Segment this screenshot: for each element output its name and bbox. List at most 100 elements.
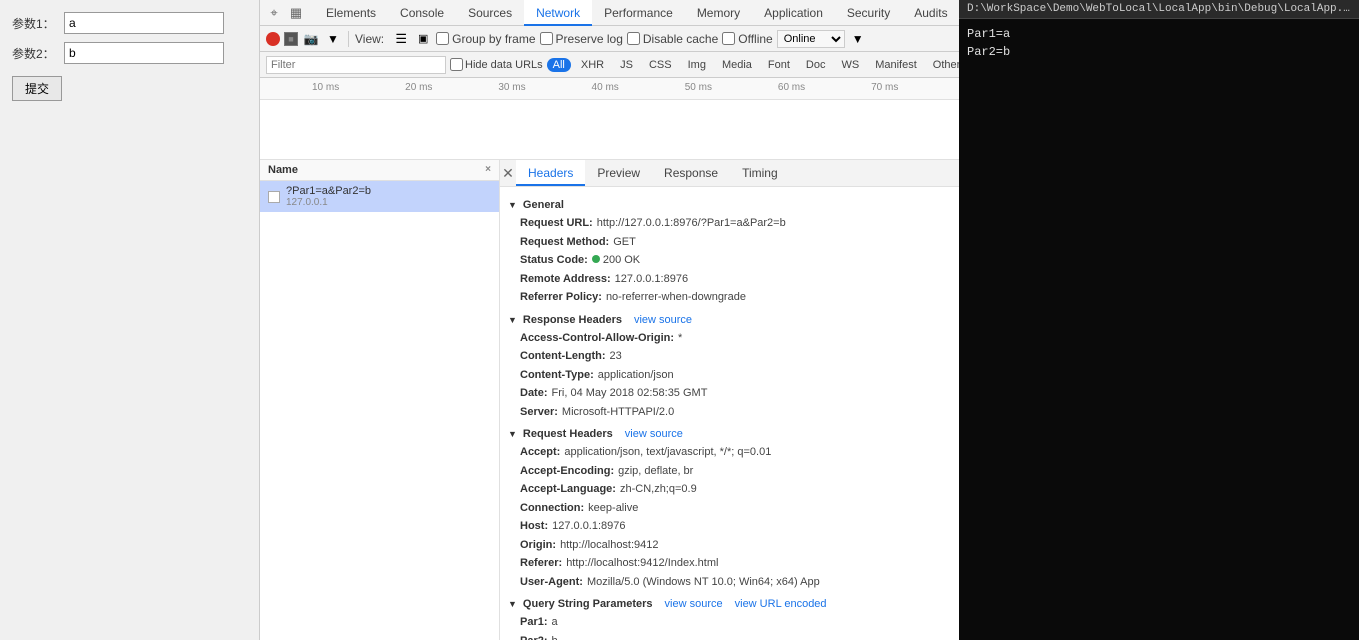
type-font-button[interactable]: Font bbox=[762, 58, 796, 72]
par1-val: a bbox=[552, 614, 558, 631]
preserve-log-checkbox[interactable] bbox=[540, 32, 553, 45]
content-type-key: Content-Type: bbox=[520, 367, 594, 384]
origin-key: Origin: bbox=[520, 537, 556, 554]
filter-input[interactable] bbox=[266, 56, 446, 74]
type-xhr-button[interactable]: XHR bbox=[575, 58, 610, 72]
request-item-icon bbox=[268, 191, 280, 203]
accept-encoding-val: gzip, deflate, br bbox=[618, 463, 693, 480]
referrer-policy-val: no-referrer-when-downgrade bbox=[606, 289, 746, 306]
timeline-20ms: 20 ms bbox=[405, 82, 432, 93]
terminal-body: Par1=a Par2=b bbox=[959, 19, 1359, 67]
referer-key: Referer: bbox=[520, 555, 562, 572]
param2-input[interactable] bbox=[64, 42, 224, 64]
type-manifest-button[interactable]: Manifest bbox=[869, 58, 923, 72]
content-length-key: Content-Length: bbox=[520, 348, 606, 365]
host-key: Host: bbox=[520, 518, 548, 535]
subtab-preview[interactable]: Preview bbox=[585, 160, 652, 186]
online-dropdown-icon[interactable]: ▼ bbox=[849, 30, 867, 48]
par1-key: Par1: bbox=[520, 614, 548, 631]
subtab-response[interactable]: Response bbox=[652, 160, 730, 186]
subtab-headers[interactable]: Headers bbox=[516, 160, 585, 186]
accept-key: Accept: bbox=[520, 444, 560, 461]
terminal-panel: D:\WorkSpace\Demo\WebToLocal\LocalApp\bi… bbox=[959, 0, 1359, 640]
submit-button[interactable]: 提交 bbox=[12, 76, 62, 101]
tab-security[interactable]: Security bbox=[835, 0, 902, 26]
query-string-triangle: ▼ bbox=[508, 599, 517, 609]
server-val: Microsoft-HTTPAPI/2.0 bbox=[562, 404, 674, 421]
view-grid-icon[interactable]: ▣ bbox=[414, 30, 432, 48]
hide-data-urls-label[interactable]: Hide data URLs bbox=[450, 58, 543, 71]
type-js-button[interactable]: JS bbox=[614, 58, 639, 72]
param1-input[interactable] bbox=[64, 12, 224, 34]
record-button[interactable] bbox=[266, 32, 280, 46]
view-list-icon[interactable]: ☰ bbox=[392, 30, 410, 48]
param1-label: 参数1： bbox=[12, 15, 64, 32]
request-item-host: 127.0.0.1 bbox=[286, 197, 371, 208]
disable-cache-checkbox[interactable] bbox=[627, 32, 640, 45]
tab-network[interactable]: Network bbox=[524, 0, 592, 26]
timeline-10ms: 10 ms bbox=[312, 82, 339, 93]
disable-cache-label[interactable]: Disable cache bbox=[627, 32, 718, 46]
hide-data-urls-checkbox[interactable] bbox=[450, 58, 463, 71]
name-column-header: Name × bbox=[260, 160, 499, 181]
inspect-icon[interactable]: ⌖ bbox=[264, 3, 284, 23]
request-item-info: ?Par1=a&Par2=b 127.0.0.1 bbox=[286, 185, 371, 208]
camera-icon[interactable]: 📷 bbox=[302, 30, 320, 48]
type-ws-button[interactable]: WS bbox=[835, 58, 865, 72]
tab-elements[interactable]: Elements bbox=[314, 0, 388, 26]
web-form-panel: 参数1： 参数2： 提交 bbox=[0, 0, 260, 640]
tab-icons: ⌖ ▦ bbox=[264, 3, 306, 23]
device-icon[interactable]: ▦ bbox=[286, 3, 306, 23]
preserve-log-label[interactable]: Preserve log bbox=[540, 32, 623, 46]
response-headers-view-source[interactable]: view source bbox=[634, 314, 692, 326]
request-item-name: ?Par1=a&Par2=b bbox=[286, 185, 371, 197]
tab-audits[interactable]: Audits bbox=[902, 0, 959, 26]
accept-encoding-key: Accept-Encoding: bbox=[520, 463, 614, 480]
acao-key: Access-Control-Allow-Origin: bbox=[520, 330, 674, 347]
filter-icon[interactable]: ▼ bbox=[324, 30, 342, 48]
status-code-key: Status Code: bbox=[520, 252, 588, 269]
type-css-button[interactable]: CSS bbox=[643, 58, 678, 72]
request-headers-triangle: ▼ bbox=[508, 429, 517, 439]
query-view-source[interactable]: view source bbox=[665, 598, 723, 610]
remote-address-val: 127.0.0.1:8976 bbox=[615, 271, 688, 288]
request-url-val: http://127.0.0.1:8976/?Par1=a&Par2=b bbox=[597, 215, 786, 232]
online-select[interactable]: Online Offline Slow 3G Fast 3G bbox=[777, 30, 845, 48]
timeline-60ms: 60 ms bbox=[778, 82, 805, 93]
request-item[interactable]: ?Par1=a&Par2=b 127.0.0.1 bbox=[260, 181, 499, 212]
request-headers-view-source[interactable]: view source bbox=[625, 428, 683, 440]
param1-row: 参数1： bbox=[12, 12, 247, 34]
referer-val: http://localhost:9412/Index.html bbox=[566, 555, 718, 572]
terminal-line-1: Par1=a bbox=[967, 25, 1351, 43]
host-val: 127.0.0.1:8976 bbox=[552, 518, 625, 535]
tab-memory[interactable]: Memory bbox=[685, 0, 752, 26]
type-doc-button[interactable]: Doc bbox=[800, 58, 832, 72]
tab-application[interactable]: Application bbox=[752, 0, 835, 26]
details-close-button[interactable]: ✕ bbox=[500, 165, 516, 181]
server-key: Server: bbox=[520, 404, 558, 421]
subtab-timing[interactable]: Timing bbox=[730, 160, 790, 186]
par2-key: Par2: bbox=[520, 633, 548, 640]
origin-val: http://localhost:9412 bbox=[560, 537, 658, 554]
type-all-button[interactable]: All bbox=[547, 58, 571, 72]
request-method-key: Request Method: bbox=[520, 234, 609, 251]
stop-button[interactable]: ■ bbox=[284, 32, 298, 46]
group-by-frame-label[interactable]: Group by frame bbox=[436, 32, 535, 46]
query-view-url-encoded[interactable]: view URL encoded bbox=[735, 598, 827, 610]
type-media-button[interactable]: Media bbox=[716, 58, 758, 72]
param2-row: 参数2： bbox=[12, 42, 247, 64]
group-by-frame-checkbox[interactable] bbox=[436, 32, 449, 45]
tab-sources[interactable]: Sources bbox=[456, 0, 524, 26]
accept-language-val: zh-CN,zh;q=0.9 bbox=[620, 481, 697, 498]
terminal-title: D:\WorkSpace\Demo\WebToLocal\LocalApp\bi… bbox=[959, 0, 1359, 19]
status-code-val: 200 OK bbox=[592, 252, 640, 269]
param2-label: 参数2： bbox=[12, 45, 64, 62]
offline-label[interactable]: Offline bbox=[722, 32, 772, 46]
par2-val: b bbox=[552, 633, 558, 640]
tab-performance[interactable]: Performance bbox=[592, 0, 685, 26]
user-agent-val: Mozilla/5.0 (Windows NT 10.0; Win64; x64… bbox=[587, 574, 820, 591]
offline-checkbox[interactable] bbox=[722, 32, 735, 45]
type-img-button[interactable]: Img bbox=[682, 58, 712, 72]
connection-val: keep-alive bbox=[588, 500, 638, 517]
tab-console[interactable]: Console bbox=[388, 0, 456, 26]
